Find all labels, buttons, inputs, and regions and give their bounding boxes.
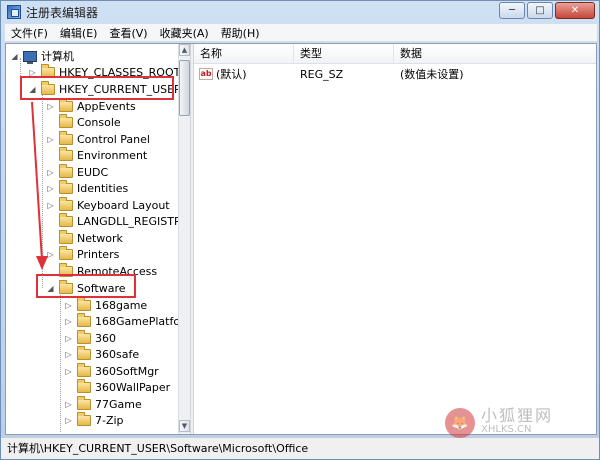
maximize-button[interactable]: □ — [527, 2, 553, 19]
arrow-head — [36, 256, 48, 270]
fox-logo-icon: 🦊 — [445, 408, 475, 438]
scroll-up-button[interactable]: ▲ — [179, 44, 190, 56]
folder-icon — [77, 329, 91, 344]
red-arrow-annotation — [31, 101, 48, 270]
tree-node-360[interactable]: ▷ 360 — [64, 329, 116, 346]
regedit-app-icon — [7, 5, 21, 19]
expand-arrow-icon[interactable]: ▷ — [64, 350, 73, 359]
list-item[interactable]: ab (默认) REG_SZ (数值未设置) — [194, 66, 596, 83]
tree-node-7-zip[interactable]: ▷ 7-Zip — [64, 411, 124, 428]
value-data: (数值未设置) — [400, 68, 464, 81]
tree-node-label: 360SoftMgr — [95, 364, 159, 378]
status-path: 计算机\HKEY_CURRENT_USER\Software\Microsoft… — [7, 442, 309, 455]
watermark-cn: 小狐狸网 — [481, 406, 554, 425]
folder-icon — [77, 378, 91, 393]
value-type: REG_SZ — [300, 68, 344, 81]
folder-icon — [77, 411, 91, 426]
menu-file[interactable]: 文件(F) — [5, 25, 54, 41]
tree-node-168gameplatform[interactable]: ▷ 168GamePlatform — [64, 312, 178, 329]
tree-node-label: 77Game — [95, 397, 142, 411]
column-header-type[interactable]: 类型 — [294, 44, 394, 64]
folder-icon — [77, 395, 91, 410]
title-bar[interactable]: 注册表编辑器 ─ □ ✕ — [1, 1, 599, 23]
tree-node-360wallpaper[interactable]: 360WallPaper — [77, 378, 171, 395]
watermark-text: 小狐狸网 XHLKS.CN — [481, 406, 554, 437]
scroll-thumb[interactable] — [179, 60, 190, 116]
tree-node-label: 360WallPaper — [95, 380, 171, 394]
tree-node-360safe[interactable]: ▷ 360safe — [64, 345, 140, 362]
minimize-button[interactable]: ─ — [499, 2, 525, 19]
watermark-url: XHLKS.CN — [481, 424, 532, 435]
string-value-ab-icon: ab — [199, 68, 213, 80]
menu-edit[interactable]: 编辑(E) — [54, 25, 104, 41]
tree-node-360softmgr[interactable]: ▷ 360SoftMgr — [64, 362, 159, 379]
menu-favorites[interactable]: 收藏夹(A) — [154, 25, 215, 41]
column-header-name[interactable]: 名称 — [194, 44, 294, 64]
scroll-down-button[interactable]: ▼ — [179, 420, 190, 432]
registry-tree: ◢ 计算机 ▷ HKEY_CLASSES_ROOT ◢ HKEY_CURRENT… — [6, 46, 178, 434]
list-header: 名称 类型 数据 — [194, 44, 596, 64]
tree-vertical-scrollbar[interactable]: ▲ ▼ — [178, 44, 190, 434]
arrow-shaft — [31, 101, 43, 261]
expand-arrow-icon[interactable]: ▷ — [64, 334, 73, 343]
tree-node-label: 7-Zip — [95, 413, 124, 427]
expand-arrow-icon[interactable]: ▷ — [64, 400, 73, 409]
tree-node-label: 360safe — [95, 347, 140, 361]
tree-node-77game[interactable]: ▷ 77Game — [64, 395, 142, 412]
registry-tree-pane: ◢ 计算机 ▷ HKEY_CLASSES_ROOT ◢ HKEY_CURRENT… — [6, 44, 190, 434]
close-button[interactable]: ✕ — [555, 2, 595, 19]
column-header-data[interactable]: 数据 — [394, 44, 594, 64]
folder-icon — [77, 312, 91, 327]
folder-icon — [77, 345, 91, 360]
menu-help[interactable]: 帮助(H) — [215, 25, 266, 41]
tree-node-label: 168GamePlatform — [95, 314, 178, 328]
expand-arrow-icon[interactable]: ▷ — [64, 317, 73, 326]
tree-guide-line — [60, 292, 61, 432]
menu-bar: 文件(F) 编辑(E) 查看(V) 收藏夹(A) 帮助(H) — [5, 24, 597, 42]
window-controls: ─ □ ✕ — [499, 2, 595, 19]
registry-editor-window: 注册表编辑器 ─ □ ✕ 文件(F) 编辑(E) 查看(V) 收藏夹(A) 帮助… — [0, 0, 600, 460]
menu-view[interactable]: 查看(V) — [103, 25, 153, 41]
folder-icon — [77, 362, 91, 377]
values-list-pane: 名称 类型 数据 ab (默认) REG_SZ (数值未设置) — [194, 44, 596, 434]
value-name: (默认) — [216, 68, 247, 81]
tree-node-label: 360 — [95, 331, 116, 345]
window-title: 注册表编辑器 — [26, 5, 99, 20]
client-area: ◢ 计算机 ▷ HKEY_CLASSES_ROOT ◢ HKEY_CURRENT… — [5, 43, 597, 435]
watermark: 🦊 小狐狸网 XHLKS.CN — [445, 405, 595, 441]
expand-arrow-icon[interactable]: ▷ — [64, 416, 73, 425]
expand-arrow-icon[interactable]: ▷ — [64, 367, 73, 376]
